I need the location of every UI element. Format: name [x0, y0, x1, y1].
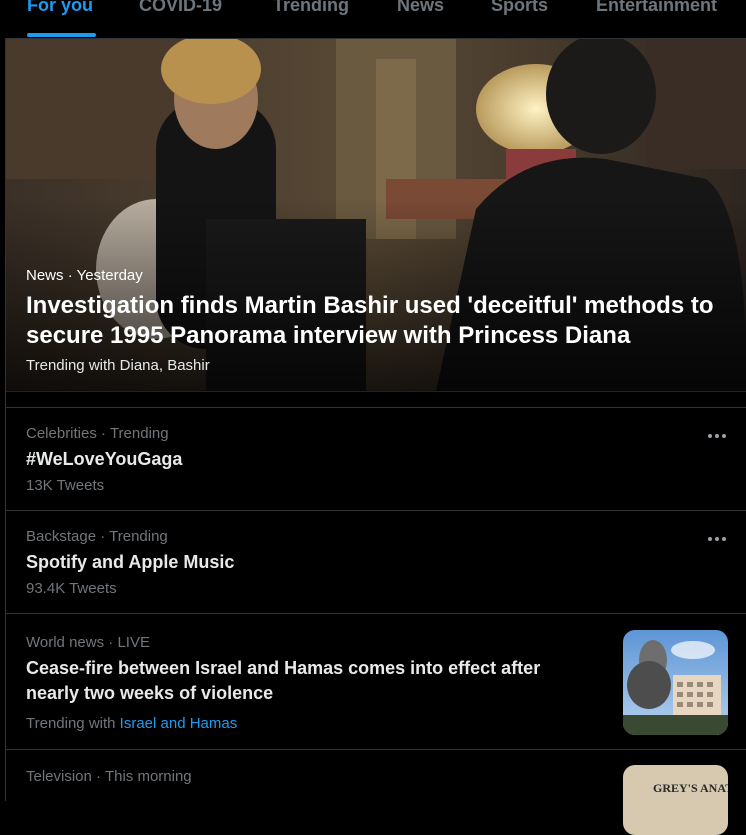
- trend-context: World news · LIVE: [26, 634, 150, 651]
- news-thumbnail: [623, 630, 728, 735]
- trend-category: Television: [26, 768, 92, 785]
- trend-category: Backstage: [26, 528, 97, 545]
- trend-tweet-count: 93.4K Tweets: [26, 580, 117, 597]
- hero-headline: Investigation finds Martin Bashir used '…: [26, 292, 714, 349]
- more-options-icon[interactable]: [705, 531, 729, 547]
- trending-with-label: Trending with: [26, 715, 116, 732]
- thumbnail-text: GREY'S ANATOM: [653, 781, 728, 795]
- trend-item[interactable]: World news · LIVE Cease-fire between Isr…: [6, 614, 746, 749]
- explore-feed: News · Yesterday Investigation finds Mar…: [5, 38, 746, 835]
- hero-trending-with: Trending with Diana, Bashir: [26, 357, 736, 374]
- trend-status: LIVE: [117, 634, 150, 651]
- trending-with-link[interactable]: Israel and Hamas: [120, 715, 238, 732]
- tab-entertainment[interactable]: Entertainment: [596, 0, 717, 16]
- trend-title: Spotify and Apple Music: [26, 552, 235, 572]
- hero-time: Yesterday: [76, 267, 143, 284]
- trend-category: World news: [26, 634, 105, 651]
- trend-context: Backstage · Trending: [26, 528, 168, 545]
- trend-tweet-count: 13K Tweets: [26, 477, 105, 494]
- hero-text: News · Yesterday Investigation finds Mar…: [26, 267, 736, 374]
- tab-sports[interactable]: Sports: [491, 0, 548, 16]
- hero-meta: News · Yesterday: [26, 267, 736, 284]
- trend-status: This morning: [104, 768, 192, 785]
- trend-context: Celebrities · Trending: [26, 425, 169, 442]
- trend-item[interactable]: Television · This morning GREY'S ANATOM: [6, 750, 746, 835]
- trend-status: Trending: [109, 425, 169, 442]
- news-thumbnail: GREY'S ANATOM: [623, 765, 728, 835]
- trend-item[interactable]: Backstage · Trending Spotify and Apple M…: [6, 511, 746, 613]
- meta-separator: ·: [67, 267, 73, 284]
- trend-trending-with: Trending with Israel and Hamas: [26, 715, 237, 732]
- explore-tabs: For you COVID-19 Trending News Sports En…: [0, 0, 746, 38]
- trend-title: #WeLoveYouGaga: [26, 449, 183, 469]
- tab-for-you[interactable]: For you: [27, 0, 93, 16]
- meta-separator: ·: [96, 768, 102, 785]
- more-options-icon[interactable]: [705, 428, 729, 444]
- meta-separator: ·: [108, 634, 114, 651]
- trend-item[interactable]: Celebrities · Trending #WeLoveYouGaga 13…: [6, 408, 746, 510]
- hero-category: News: [26, 267, 64, 284]
- trend-category: Celebrities: [26, 425, 97, 442]
- tab-trending[interactable]: Trending: [273, 0, 349, 16]
- meta-separator: ·: [100, 528, 106, 545]
- trend-context: Television · This morning: [26, 768, 192, 785]
- tab-news[interactable]: News: [397, 0, 444, 16]
- trend-title: Cease-fire between Israel and Hamas come…: [26, 658, 541, 703]
- trending-with-label: Trending with: [26, 357, 116, 374]
- trend-status: Trending: [109, 528, 168, 545]
- trending-with-terms[interactable]: Diana, Bashir: [120, 357, 210, 374]
- hero-news-card[interactable]: News · Yesterday Investigation finds Mar…: [6, 39, 746, 391]
- meta-separator: ·: [101, 425, 107, 442]
- tab-covid-19[interactable]: COVID-19: [139, 0, 222, 16]
- active-tab-indicator: [27, 33, 96, 37]
